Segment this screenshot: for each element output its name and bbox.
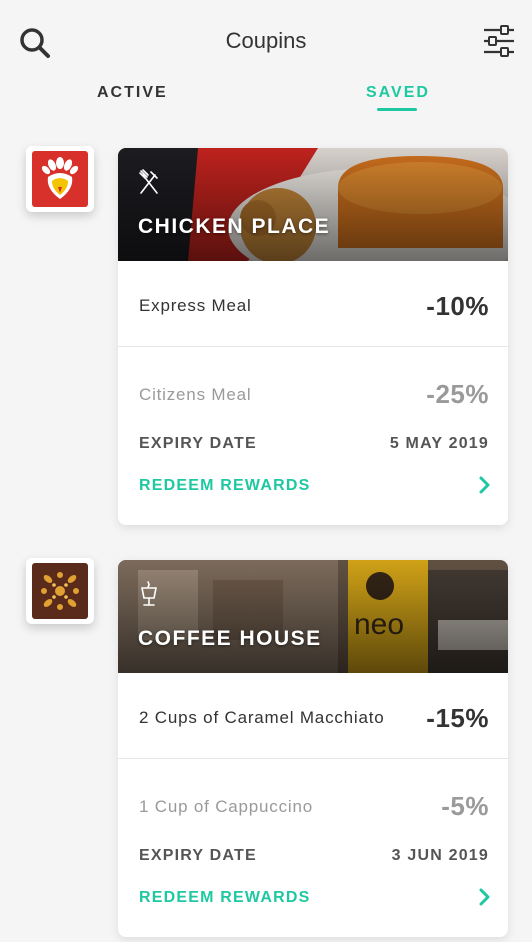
restaurant-name: COFFEE HOUSE [138, 627, 322, 650]
fork-knife-icon [139, 169, 158, 194]
offer-title: Citizens Meal [139, 385, 252, 404]
offer-discount: -25% [426, 379, 489, 409]
card-hero-image: neo COFFEE HOUSE [118, 560, 508, 673]
offer-discount: -15% [426, 703, 489, 733]
coffee-house-logo [26, 558, 94, 624]
sliders-icon [484, 25, 514, 57]
expiry-label: EXPIRY DATE [139, 847, 257, 864]
card-hero-image: CHICKEN PLACE [118, 148, 508, 261]
offer-row[interactable]: 1 Cup of Cappuccino -5% [118, 759, 508, 847]
offer-title: 2 Cups of Caramel Macchiato [139, 708, 385, 727]
redeem-label: REDEEM REWARDS [139, 477, 311, 494]
tab-selected-indicator [377, 108, 417, 111]
tab-active[interactable]: ACTIVE [97, 84, 168, 102]
chicken-logo-icon [41, 157, 79, 199]
redeem-label: REDEEM REWARDS [139, 889, 311, 906]
coupon-card-chicken-place[interactable]: CHICKEN PLACE Express Meal -10% Citizens… [118, 148, 508, 525]
expiry-row: EXPIRY DATE 3 JUN 2019 [118, 847, 508, 889]
redeem-rewards-button[interactable]: REDEEM REWARDS [118, 888, 508, 937]
filter-button[interactable] [482, 22, 516, 60]
app-header: Coupins [0, 0, 532, 80]
expiry-label: EXPIRY DATE [139, 435, 257, 452]
offer-row[interactable]: Citizens Meal -25% [118, 347, 508, 435]
chicken-place-logo [26, 146, 94, 212]
offer-discount: -5% [441, 791, 489, 821]
redeem-rewards-button[interactable]: REDEEM REWARDS [118, 476, 508, 525]
page-title: Coupins [225, 28, 307, 53]
offer-discount: -10% [426, 291, 489, 321]
expiry-date: 5 MAY 2019 [389, 435, 489, 452]
offer-title: 1 Cup of Cappuccino [139, 797, 313, 816]
chevron-right-icon [479, 476, 490, 494]
offer-title: Express Meal [139, 296, 252, 315]
coffee-logo-icon [41, 572, 79, 610]
coffee-cup-icon [141, 581, 157, 606]
expiry-row: EXPIRY DATE 5 MAY 2019 [118, 435, 508, 477]
offer-row[interactable]: Express Meal -10% [118, 261, 508, 347]
expiry-date: 3 JUN 2019 [391, 847, 489, 864]
chevron-right-icon [479, 888, 490, 906]
tab-saved[interactable]: SAVED [366, 84, 430, 102]
offer-row[interactable]: 2 Cups of Caramel Macchiato -15% [118, 673, 508, 759]
coupon-card-coffee-house[interactable]: neo COFFEE HOUSE 2 Cups of Caramel Macch… [118, 560, 508, 937]
tab-bar: ACTIVE SAVED [0, 84, 532, 114]
restaurant-name: CHICKEN PLACE [138, 215, 331, 238]
